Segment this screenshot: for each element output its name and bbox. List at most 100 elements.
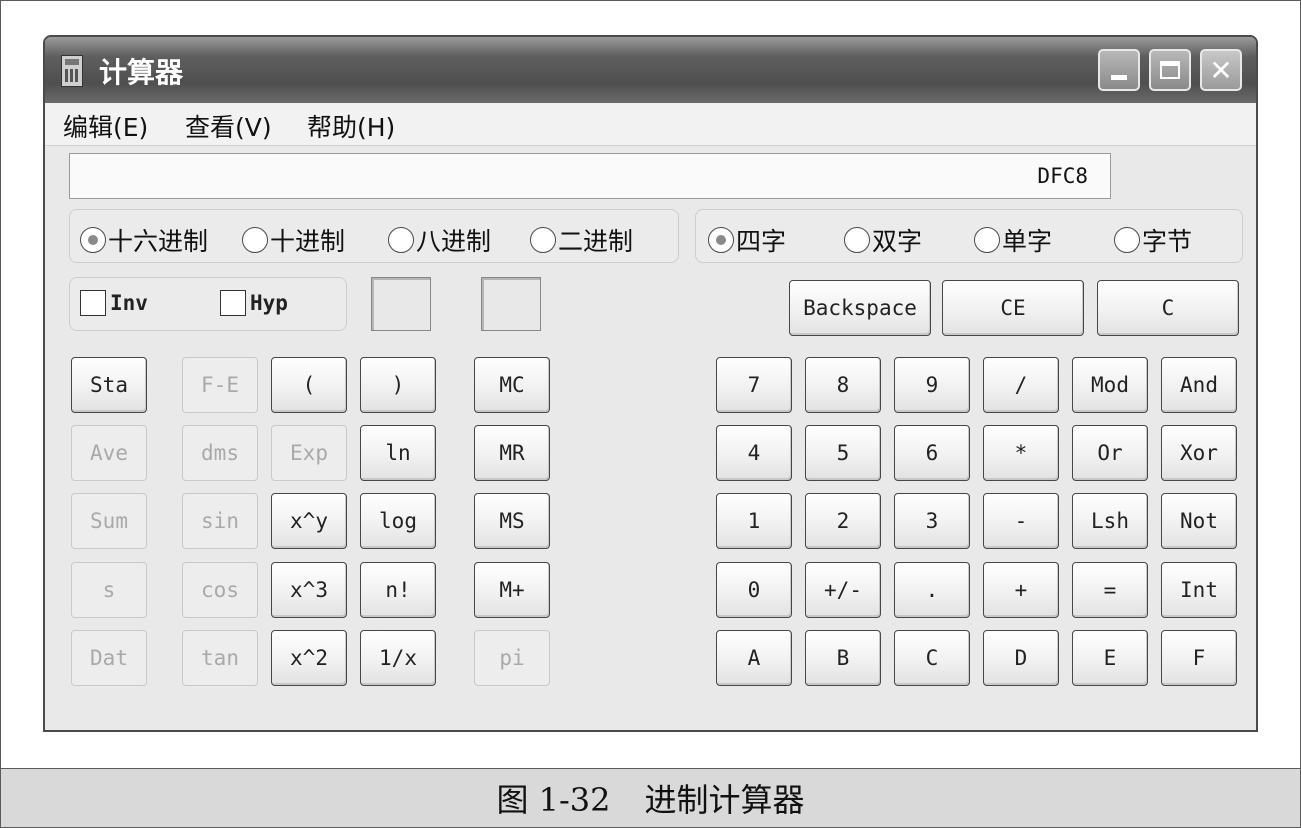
checkbox-box xyxy=(220,290,246,316)
factorial-key[interactable]: n! xyxy=(360,562,436,618)
radio-label: 字节 xyxy=(1142,227,1193,256)
key-c[interactable]: C xyxy=(894,630,970,686)
base-radio-4[interactable]: 二进制 xyxy=(530,222,633,258)
key-xor[interactable]: Xor xyxy=(1161,425,1237,481)
cos-key[interactable]: cos xyxy=(182,562,258,618)
hyp-checkbox[interactable]: Hyp xyxy=(220,290,288,316)
reciprocal-key[interactable]: 1/x xyxy=(360,630,436,686)
key-int[interactable]: Int xyxy=(1161,562,1237,618)
checkbox-box xyxy=(80,290,106,316)
dat-key[interactable]: Dat xyxy=(71,630,147,686)
radio-label: 十六进制 xyxy=(108,227,209,256)
key-decimal[interactable]: . xyxy=(894,562,970,618)
inv-checkbox[interactable]: Inv xyxy=(80,290,148,316)
key-sign[interactable]: +/- xyxy=(805,562,881,618)
window-title: 计算器 xyxy=(99,56,184,89)
mr-key[interactable]: MR xyxy=(474,425,550,481)
lparen-key[interactable]: ( xyxy=(271,357,347,413)
ave-key[interactable]: Ave xyxy=(71,425,147,481)
menu-edit[interactable]: 编辑(E) xyxy=(63,108,148,144)
key-and[interactable]: And xyxy=(1161,357,1237,413)
radio-label: 二进制 xyxy=(558,227,634,256)
pi-key[interactable]: pi xyxy=(474,630,550,686)
sin-key[interactable]: sin xyxy=(182,493,258,549)
key-e[interactable]: E xyxy=(1072,630,1148,686)
dms-key[interactable]: dms xyxy=(182,425,258,481)
inv-hyp-group: Inv Hyp xyxy=(69,277,347,331)
log-key[interactable]: log xyxy=(360,493,436,549)
checkbox-label: Inv xyxy=(110,291,148,315)
calculator-icon xyxy=(61,55,83,87)
key-6[interactable]: 6 xyxy=(894,425,970,481)
radio-circle-icon xyxy=(388,227,414,253)
word-size-group: 四字 双字 单字 字节 xyxy=(695,209,1243,263)
ms-key[interactable]: MS xyxy=(474,493,550,549)
x-square-key[interactable]: x^2 xyxy=(271,630,347,686)
calculator-window: 计算器 ✕ 编辑(E) 查看(V) 帮助(H) D F C 8 十六进制 十进制 八进制 二… xyxy=(43,35,1258,732)
word-radio-3[interactable]: 单字 xyxy=(974,222,1052,258)
f-e-key[interactable]: F-E xyxy=(182,357,258,413)
base-radio-3[interactable]: 八进制 xyxy=(388,222,491,258)
base-radio-2[interactable]: 十进制 xyxy=(242,222,345,258)
parenthesis-indicator xyxy=(371,277,431,331)
key-or[interactable]: Or xyxy=(1072,425,1148,481)
radio-label: 八进制 xyxy=(416,227,492,256)
key-mod[interactable]: Mod xyxy=(1072,357,1148,413)
x-pow-y-key[interactable]: x^y xyxy=(271,493,347,549)
key-7[interactable]: 7 xyxy=(716,357,792,413)
key-9[interactable]: 9 xyxy=(894,357,970,413)
backspace-button[interactable]: Backspace xyxy=(789,280,931,336)
checkbox-label: Hyp xyxy=(250,291,288,315)
maximize-icon xyxy=(1160,61,1180,79)
key-0[interactable]: 0 xyxy=(716,562,792,618)
ce-button[interactable]: CE xyxy=(942,280,1084,336)
key-multiply[interactable]: * xyxy=(983,425,1059,481)
rparen-key[interactable]: ) xyxy=(360,357,436,413)
s-key[interactable]: s xyxy=(71,562,147,618)
caption-text: 进制计算器 xyxy=(644,781,805,819)
figure-caption: 图 1-32 进制计算器 xyxy=(1,768,1300,827)
sta-key[interactable]: Sta xyxy=(71,357,147,413)
radio-label: 单字 xyxy=(1002,227,1053,256)
radio-circle-icon xyxy=(242,227,268,253)
key-b[interactable]: B xyxy=(805,630,881,686)
key-minus[interactable]: - xyxy=(983,493,1059,549)
radio-circle-icon xyxy=(80,227,106,253)
key-2[interactable]: 2 xyxy=(805,493,881,549)
minimize-button[interactable] xyxy=(1098,49,1140,91)
key-d[interactable]: D xyxy=(983,630,1059,686)
key-f[interactable]: F xyxy=(1161,630,1237,686)
key-4[interactable]: 4 xyxy=(716,425,792,481)
c-button[interactable]: C xyxy=(1097,280,1239,336)
radio-label: 双字 xyxy=(872,227,923,256)
word-radio-4[interactable]: 字节 xyxy=(1114,222,1192,258)
m-plus-key[interactable]: M+ xyxy=(474,562,550,618)
mc-key[interactable]: MC xyxy=(474,357,550,413)
sum-key[interactable]: Sum xyxy=(71,493,147,549)
figure-frame: 计算器 ✕ 编辑(E) 查看(V) 帮助(H) D F C 8 十六进制 十进制 八进制 二… xyxy=(0,0,1301,828)
exp-key[interactable]: Exp xyxy=(271,425,347,481)
key-3[interactable]: 3 xyxy=(894,493,970,549)
word-radio-2[interactable]: 双字 xyxy=(844,222,922,258)
menu-view[interactable]: 查看(V) xyxy=(185,108,272,144)
key-lsh[interactable]: Lsh xyxy=(1072,493,1148,549)
key-not[interactable]: Not xyxy=(1161,493,1237,549)
key-8[interactable]: 8 xyxy=(805,357,881,413)
ln-key[interactable]: ln xyxy=(360,425,436,481)
close-icon: ✕ xyxy=(1209,53,1233,87)
title-bar[interactable]: 计算器 ✕ xyxy=(45,37,1256,103)
base-radio-1[interactable]: 十六进制 xyxy=(80,222,208,258)
word-radio-1[interactable]: 四字 xyxy=(708,222,786,258)
key-plus[interactable]: + xyxy=(983,562,1059,618)
maximize-button[interactable] xyxy=(1149,49,1191,91)
radio-circle-icon xyxy=(708,227,734,253)
tan-key[interactable]: tan xyxy=(182,630,258,686)
key-divide[interactable]: / xyxy=(983,357,1059,413)
key-equals[interactable]: = xyxy=(1072,562,1148,618)
close-button[interactable]: ✕ xyxy=(1200,49,1242,91)
key-a[interactable]: A xyxy=(716,630,792,686)
x-cube-key[interactable]: x^3 xyxy=(271,562,347,618)
key-5[interactable]: 5 xyxy=(805,425,881,481)
key-1[interactable]: 1 xyxy=(716,493,792,549)
menu-help[interactable]: 帮助(H) xyxy=(307,108,395,144)
